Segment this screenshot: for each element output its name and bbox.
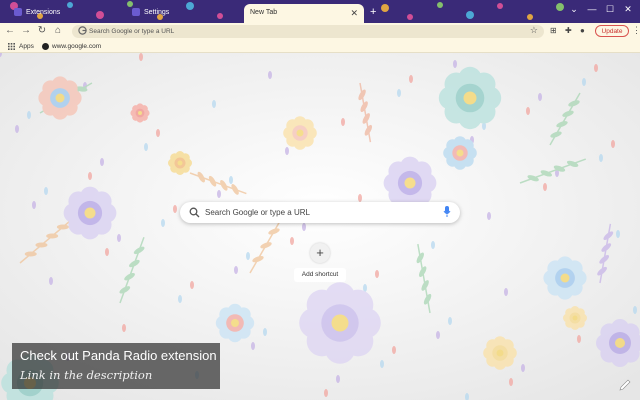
promo-subline: Link in the description: [20, 368, 153, 382]
bookmark-google[interactable]: www.google.com: [42, 41, 101, 52]
window-close-icon[interactable]: ✕: [620, 4, 636, 15]
back-icon[interactable]: ←: [4, 25, 16, 36]
plus-icon: +: [310, 243, 330, 263]
tab-label: Extensions: [26, 9, 61, 16]
new-tab-page: Search Google or type a URL + Add shortc…: [0, 53, 640, 400]
home-icon[interactable]: ⌂: [52, 25, 64, 36]
add-shortcut-tile[interactable]: + Add shortcut: [294, 241, 346, 287]
favicon-icon: [42, 42, 49, 50]
promo-banner: Check out Panda Radio extension Link in …: [12, 343, 220, 389]
toolbar: ← → ↻ ⌂ Search Google or type a URL ☆ ⊞ …: [0, 23, 640, 40]
tab-label: New Tab: [250, 9, 278, 16]
promo-headline: Check out Panda Radio extension: [20, 348, 217, 363]
google-g-icon: [78, 26, 87, 35]
profile-avatar-icon[interactable]: ●: [580, 26, 585, 35]
extensions-puzzle-icon[interactable]: ✚: [565, 26, 572, 35]
customize-pencil-icon[interactable]: [618, 378, 632, 392]
search-placeholder: Search Google or type a URL: [205, 208, 310, 217]
bookmark-star-icon[interactable]: ☆: [530, 25, 538, 36]
tab-label: Settings: [144, 9, 170, 16]
forward-icon[interactable]: →: [20, 25, 32, 36]
bookmark-label: www.google.com: [52, 43, 102, 50]
omnibox-placeholder: Search Google or type a URL: [89, 28, 175, 35]
update-button[interactable]: Update: [595, 25, 629, 37]
media-icon[interactable]: ⊞: [550, 26, 557, 35]
add-shortcut-label: Add shortcut: [294, 268, 346, 282]
profile-dropdown-icon[interactable]: ⌄: [566, 4, 582, 15]
search-icon: [189, 207, 200, 218]
puzzle-icon: [14, 8, 22, 17]
tab-settings[interactable]: Settings: [132, 5, 169, 21]
reload-icon[interactable]: ↻: [36, 25, 48, 36]
microphone-icon[interactable]: [443, 206, 451, 218]
tab-new-tab[interactable]: New Tab ✕: [244, 4, 364, 23]
bookmarks-bar: Apps www.google.com: [0, 40, 640, 53]
close-icon[interactable]: ✕: [350, 8, 358, 19]
apps-grid-icon[interactable]: [8, 43, 15, 50]
omnibox[interactable]: Search Google or type a URL ☆: [72, 25, 544, 38]
menu-kebab-icon[interactable]: ⋮: [632, 25, 640, 36]
gear-icon: [132, 8, 140, 17]
tab-strip: Extensions Settings New Tab ✕ + ⌄ — ☐ ✕: [0, 0, 640, 23]
ntp-search-box[interactable]: Search Google or type a URL: [180, 202, 460, 223]
maximize-icon[interactable]: ☐: [602, 4, 618, 15]
new-tab-button[interactable]: +: [370, 6, 376, 18]
tab-extensions[interactable]: Extensions: [14, 5, 60, 21]
bookmark-apps[interactable]: Apps: [19, 41, 34, 52]
minimize-icon[interactable]: —: [584, 4, 600, 14]
